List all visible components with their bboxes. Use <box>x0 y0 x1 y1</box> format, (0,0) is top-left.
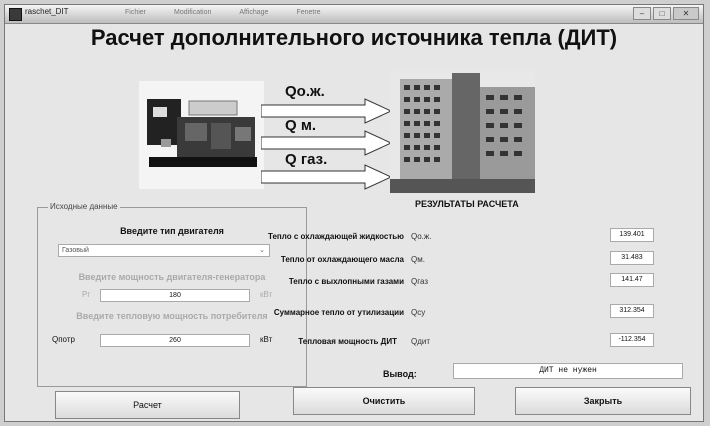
conclusion-value: ДИТ не нужен <box>453 363 683 379</box>
menu-item-view[interactable]: Affichage <box>239 9 268 16</box>
result-label-oil: Тепло от охлаждающего масла <box>280 255 404 264</box>
title-bar: raschet_DIT Fichier Modification Afficha… <box>5 5 703 24</box>
flow-label-gas: Q газ. <box>285 151 328 168</box>
result-symbol-coolant: Qо.ж. <box>411 232 432 241</box>
close-window-button[interactable]: ✕ <box>673 7 699 20</box>
heat-flow-diagram: Qо.ж. Q м. Q газ. <box>135 67 535 193</box>
result-label-total: Суммарное тепло от утилизации <box>273 308 404 317</box>
result-label-gas: Тепло с выхлопными газами <box>288 277 404 286</box>
result-value-gas: 141.47 <box>610 273 654 287</box>
engine-type-value: Газовый <box>62 247 89 254</box>
app-icon <box>9 8 22 21</box>
result-value-oil: 31.483 <box>610 251 654 265</box>
menu-item-file[interactable]: Fichier <box>125 9 146 16</box>
consumer-power-input[interactable]: 260 <box>100 334 250 347</box>
menu-bar: Fichier Modification Affichage Fenetre <box>125 9 321 16</box>
consumer-unit: кВт <box>260 335 273 344</box>
result-symbol-dit: Qдит <box>411 337 431 346</box>
window-title: raschet_DIT <box>25 7 69 16</box>
input-panel: Исходные данные Введите тип двигателя Га… <box>37 202 307 387</box>
flow-label-oil: Q м. <box>285 117 317 134</box>
flow-arrows <box>261 98 393 190</box>
window-controls: – □ ✕ <box>633 7 699 20</box>
close-button[interactable]: Закрыть <box>515 387 691 415</box>
engine-type-select[interactable]: Газовый ⌄ <box>58 244 270 257</box>
page-title: Расчет дополнительного источника тепла (… <box>90 25 618 50</box>
result-value-coolant: 139.401 <box>610 228 654 242</box>
conclusion-label: Вывод: <box>383 369 417 379</box>
menu-item-window[interactable]: Fenetre <box>296 9 320 16</box>
building-image <box>390 69 535 193</box>
clear-button[interactable]: Очистить <box>293 387 475 415</box>
consumer-symbol: Qпотр <box>52 335 75 344</box>
flow-label-coolant: Qо.ж. <box>285 83 325 100</box>
minimize-button[interactable]: – <box>633 7 651 20</box>
result-symbol-oil: Qм. <box>411 255 425 264</box>
generator-image <box>139 81 264 189</box>
chevron-down-icon: ⌄ <box>259 247 265 254</box>
consumer-power-heading: Введите тепловую мощность потребителя <box>76 311 268 321</box>
result-value-dit: -112.354 <box>610 333 654 347</box>
result-symbol-total: Qсу <box>411 308 426 317</box>
maximize-button[interactable]: □ <box>653 7 671 20</box>
result-label-dit: Тепловая мощность ДИТ <box>298 337 397 346</box>
menu-item-edit[interactable]: Modification <box>174 9 211 16</box>
power-unit: кВт <box>260 290 273 299</box>
result-symbol-gas: Qгаз <box>411 277 428 286</box>
result-value-total: 312.354 <box>610 304 654 318</box>
app-window: raschet_DIT Fichier Modification Afficha… <box>4 4 704 422</box>
power-heading: Введите мощность двигателя-генератора <box>78 272 266 282</box>
result-label-coolant: Тепло с охлаждающей жидкостью <box>267 232 404 241</box>
results-heading: РЕЗУЛЬТАТЫ РАСЧЕТА <box>415 199 519 209</box>
calculate-button[interactable]: Расчет <box>55 391 240 419</box>
power-input[interactable]: 180 <box>100 289 250 302</box>
input-panel-legend: Исходные данные <box>48 202 120 211</box>
engine-type-heading: Введите тип двигателя <box>120 226 224 236</box>
power-symbol: Рг <box>82 290 91 299</box>
